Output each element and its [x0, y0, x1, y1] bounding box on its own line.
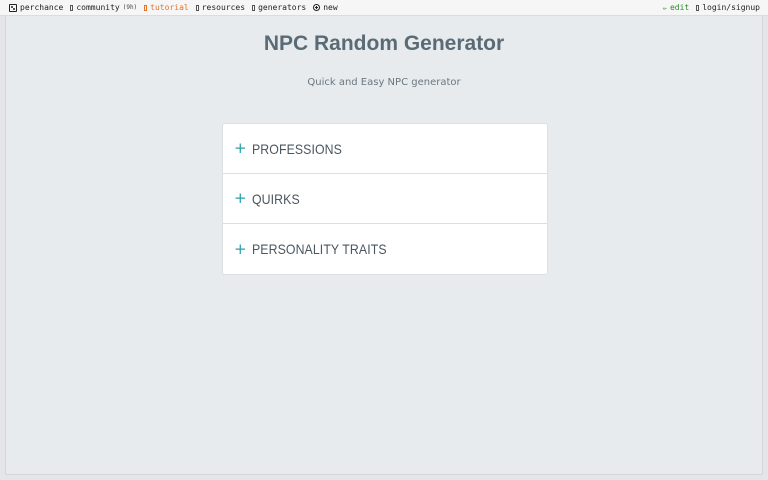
pencil-icon: ✏	[662, 3, 667, 12]
nav-edit[interactable]: ✏ edit	[663, 3, 689, 12]
book-icon	[144, 4, 148, 11]
list-icon	[252, 4, 256, 11]
nav-perchance-label: perchance	[20, 3, 64, 12]
chat-icon	[70, 4, 74, 11]
nav-resources-label: resources	[201, 3, 246, 12]
user-icon	[696, 4, 700, 11]
nav-generators-label: generators	[258, 3, 307, 12]
accordion-label: PROFESSIONS	[252, 140, 342, 157]
nav-resources[interactable]: resources	[195, 3, 246, 12]
topbar-left: perchance community (9h) tutorial resour…	[9, 3, 338, 12]
generator-page: NPC Random Generator Quick and Easy NPC …	[5, 16, 763, 475]
nav-generators[interactable]: generators	[252, 3, 306, 12]
community-badge: (9h)	[122, 4, 138, 11]
page-title: NPC Random Generator	[263, 32, 505, 55]
dice-icon	[9, 3, 17, 12]
nav-login[interactable]: login/signup	[696, 3, 760, 12]
nav-new[interactable]: new	[313, 3, 338, 12]
nav-tutorial[interactable]: tutorial	[144, 3, 189, 12]
nav-login-label: login/signup	[702, 3, 760, 12]
accordion-item-personality-traits[interactable]: + PERSONALITY TRAITS	[223, 224, 547, 274]
nav-tutorial-label: tutorial	[150, 3, 189, 12]
accordion-label: PERSONALITY TRAITS	[252, 241, 387, 257]
nav-community[interactable]: community (9h)	[70, 3, 137, 12]
accordion: + PROFESSIONS + QUIRKS + PERSONALITY TRA…	[222, 123, 548, 275]
page-subtitle: Quick and Easy NPC generator	[307, 77, 461, 88]
nav-edit-label: edit	[669, 3, 690, 12]
folder-icon	[195, 4, 199, 11]
topbar-right: ✏ edit login/signup	[663, 3, 760, 12]
plus-icon: +	[234, 139, 247, 157]
top-navigation-bar: perchance community (9h) tutorial resour…	[0, 0, 768, 16]
plus-icon: +	[234, 189, 247, 207]
accordion-label: QUIRKS	[252, 190, 300, 207]
accordion-item-quirks[interactable]: + QUIRKS	[223, 174, 547, 224]
accordion-item-professions[interactable]: + PROFESSIONS	[223, 124, 547, 174]
nav-community-label: community	[76, 3, 120, 12]
plus-icon: +	[234, 239, 247, 258]
nav-perchance[interactable]: perchance	[9, 3, 63, 12]
plus-circle-icon	[313, 4, 321, 11]
nav-new-label: new	[323, 3, 338, 12]
